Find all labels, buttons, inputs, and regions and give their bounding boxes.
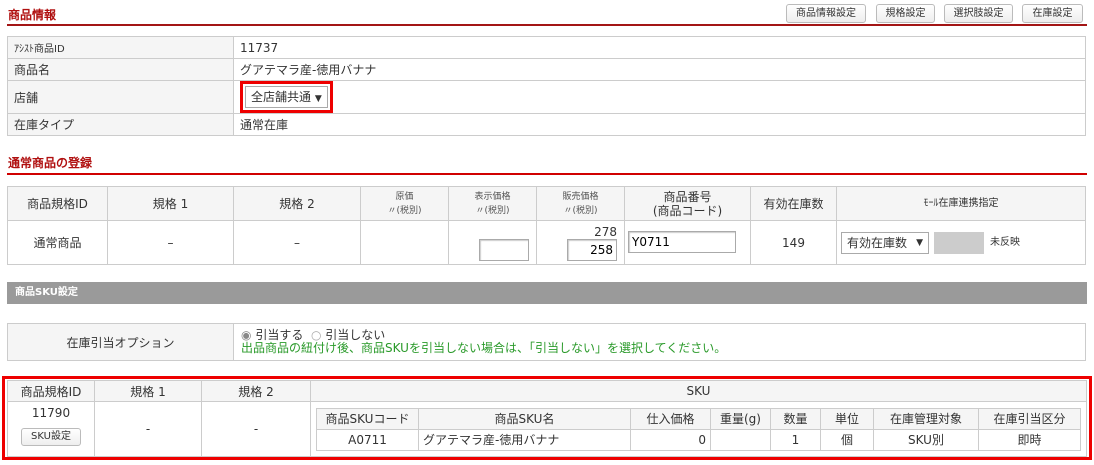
sku-col-unit: 単位 — [820, 407, 874, 430]
sku-header-spec2: 規格 2 — [201, 380, 311, 402]
radio-no-allocate-label: 引当しない — [325, 328, 386, 342]
stock-option-table: 在庫引当オプション ◉ 引当する ○ 引当しない 出品商品の紐付け後、商品SKU… — [7, 323, 1086, 361]
sku-col-weight: 重量(g) — [710, 407, 771, 430]
dropdown-arrow-icon: ▼ — [916, 237, 923, 248]
sku-name: グアテマラ産-徳用バナナ — [418, 428, 631, 451]
sku-spec-id: 11790 — [31, 406, 71, 420]
header-spec-id: 商品規格ID — [7, 186, 108, 221]
sale-reference-price: 278 — [594, 224, 617, 239]
sku-weight — [710, 428, 771, 451]
row-stock: 149 — [750, 220, 837, 265]
radio-allocate[interactable]: ◉ — [241, 328, 251, 342]
header-mall-sync: ﾓｰﾙ在庫連携指定 — [836, 186, 1086, 221]
option-settings-button[interactable]: 選択肢設定 — [944, 4, 1013, 23]
header-stock: 有効在庫数 — [750, 186, 837, 221]
product-info-table: ｱｼｽﾄ商品ID 11737 商品名 グアテマラ産-徳用バナナ 店舗 全店舗共通 ▼… — [7, 36, 1086, 136]
stock-type-label: 在庫タイプ — [7, 113, 234, 136]
store-select[interactable]: 全店舗共通 ▼ — [245, 86, 328, 108]
sku-col-name: 商品SKU名 — [418, 407, 631, 430]
sku-allocation: 即時 — [978, 428, 1081, 451]
header-spec1: 規格 1 — [107, 186, 234, 221]
sku-header-spec-id: 商品規格ID — [7, 380, 95, 402]
dropdown-arrow-icon: ▼ — [314, 94, 322, 104]
radio-allocate-label: 引当する — [255, 328, 304, 342]
header-spec2: 規格 2 — [233, 186, 361, 221]
header-display-label: 表示価格 — [474, 191, 511, 202]
row-cost — [360, 220, 449, 265]
mall-sync-value: 有効在庫数 — [847, 235, 908, 250]
table-row: A0711 グアテマラ産-徳用バナナ 0 1 個 SKU別 即時 — [316, 428, 1081, 451]
header-product-code: 商品番号 (商品コード) — [624, 186, 751, 221]
mall-sync-status: 未反映 — [990, 236, 1020, 248]
sku-cell: 商品SKUコード 商品SKU名 仕入価格 重量(g) 数量 単位 在庫管理対象 … — [310, 401, 1087, 457]
divider — [7, 24, 1087, 26]
spec-settings-button[interactable]: 規格設定 — [876, 4, 935, 23]
sku-table: 商品規格ID 規格 1 規格 2 SKU 11790 SKU設定 - - 商品SK… — [7, 380, 1087, 457]
sku-inner-header-row: 商品SKUコード 商品SKU名 仕入価格 重量(g) 数量 単位 在庫管理対象 … — [316, 407, 1081, 430]
product-code-input[interactable] — [628, 231, 736, 253]
sku-header-spec1: 規格 1 — [94, 380, 202, 402]
mall-sync-indicator — [934, 231, 984, 254]
header-sale-sub: 〃(税別) — [563, 205, 598, 216]
sku-col-allocation: 在庫引当区分 — [978, 407, 1081, 430]
sku-header-sku: SKU — [310, 380, 1087, 402]
assist-id-value: 11737 — [233, 36, 1086, 59]
assist-id-label: ｱｼｽﾄ商品ID — [7, 36, 234, 59]
header-display-sub: 〃(税別) — [475, 205, 510, 216]
divider — [7, 173, 1087, 175]
row-spec1: – — [107, 220, 234, 265]
sku-col-cost: 仕入価格 — [630, 407, 711, 430]
header-display-price: 表示価格〃(税別) — [448, 186, 537, 221]
sku-cost: 0 — [630, 428, 711, 451]
product-info-settings-button[interactable]: 商品情報設定 — [786, 4, 866, 23]
radio-no-allocate[interactable]: ○ — [311, 328, 321, 342]
stock-option-note: 出品商品の紐付け後、商品SKUを引当しない場合は、「引当しない」を選択してくださ… — [241, 341, 727, 355]
header-code-label: 商品番号 — [663, 189, 712, 204]
registration-title: 通常商品の登録 — [8, 156, 93, 170]
sku-unit: 個 — [820, 428, 874, 451]
header-cost: 原価〃(税別) — [360, 186, 449, 221]
store-label: 店舗 — [7, 80, 234, 114]
product-info-title: 商品情報 — [8, 8, 57, 22]
sku-inner-table: 商品SKUコード 商品SKU名 仕入価格 重量(g) 数量 単位 在庫管理対象 … — [316, 407, 1081, 451]
sku-col-code: 商品SKUコード — [316, 407, 419, 430]
stock-type-value: 通常在庫 — [233, 113, 1086, 136]
mall-sync-select[interactable]: 有効在庫数 ▼ — [841, 231, 929, 254]
display-price-input[interactable] — [479, 238, 529, 261]
header-sale-price: 販売価格〃(税別) — [536, 186, 625, 221]
sku-code: A0711 — [316, 428, 419, 451]
row-spec-id: 通常商品 — [7, 220, 108, 265]
product-name-value: グアテマラ産-徳用バナナ — [233, 58, 1086, 81]
sku-qty: 1 — [770, 428, 821, 451]
sku-spec2: - — [201, 401, 311, 457]
registration-table: 商品規格ID 規格 1 規格 2 原価〃(税別) 表示価格〃(税別) 販売価格〃… — [7, 186, 1086, 265]
sku-settings-button[interactable]: SKU設定 — [21, 428, 81, 446]
sku-spec1: - — [94, 401, 202, 457]
sale-price-input[interactable] — [567, 238, 617, 261]
store-select-value: 全店舗共通 — [251, 90, 312, 104]
stock-settings-button[interactable]: 在庫設定 — [1022, 4, 1083, 23]
sku-col-managed: 在庫管理対象 — [873, 407, 979, 430]
product-name-label: 商品名 — [7, 58, 234, 81]
header-cost-sub: 〃(税別) — [387, 205, 422, 216]
row-spec2: – — [233, 220, 361, 265]
sku-col-qty: 数量 — [770, 407, 821, 430]
header-cost-label: 原価 — [395, 191, 414, 202]
sku-settings-bar: 商品SKU設定 — [7, 282, 1087, 304]
stock-option-label: 在庫引当オプション — [7, 323, 234, 361]
header-code-sub: (商品コード) — [652, 203, 723, 218]
sku-managed: SKU別 — [873, 428, 979, 451]
header-sale-label: 販売価格 — [562, 191, 599, 202]
